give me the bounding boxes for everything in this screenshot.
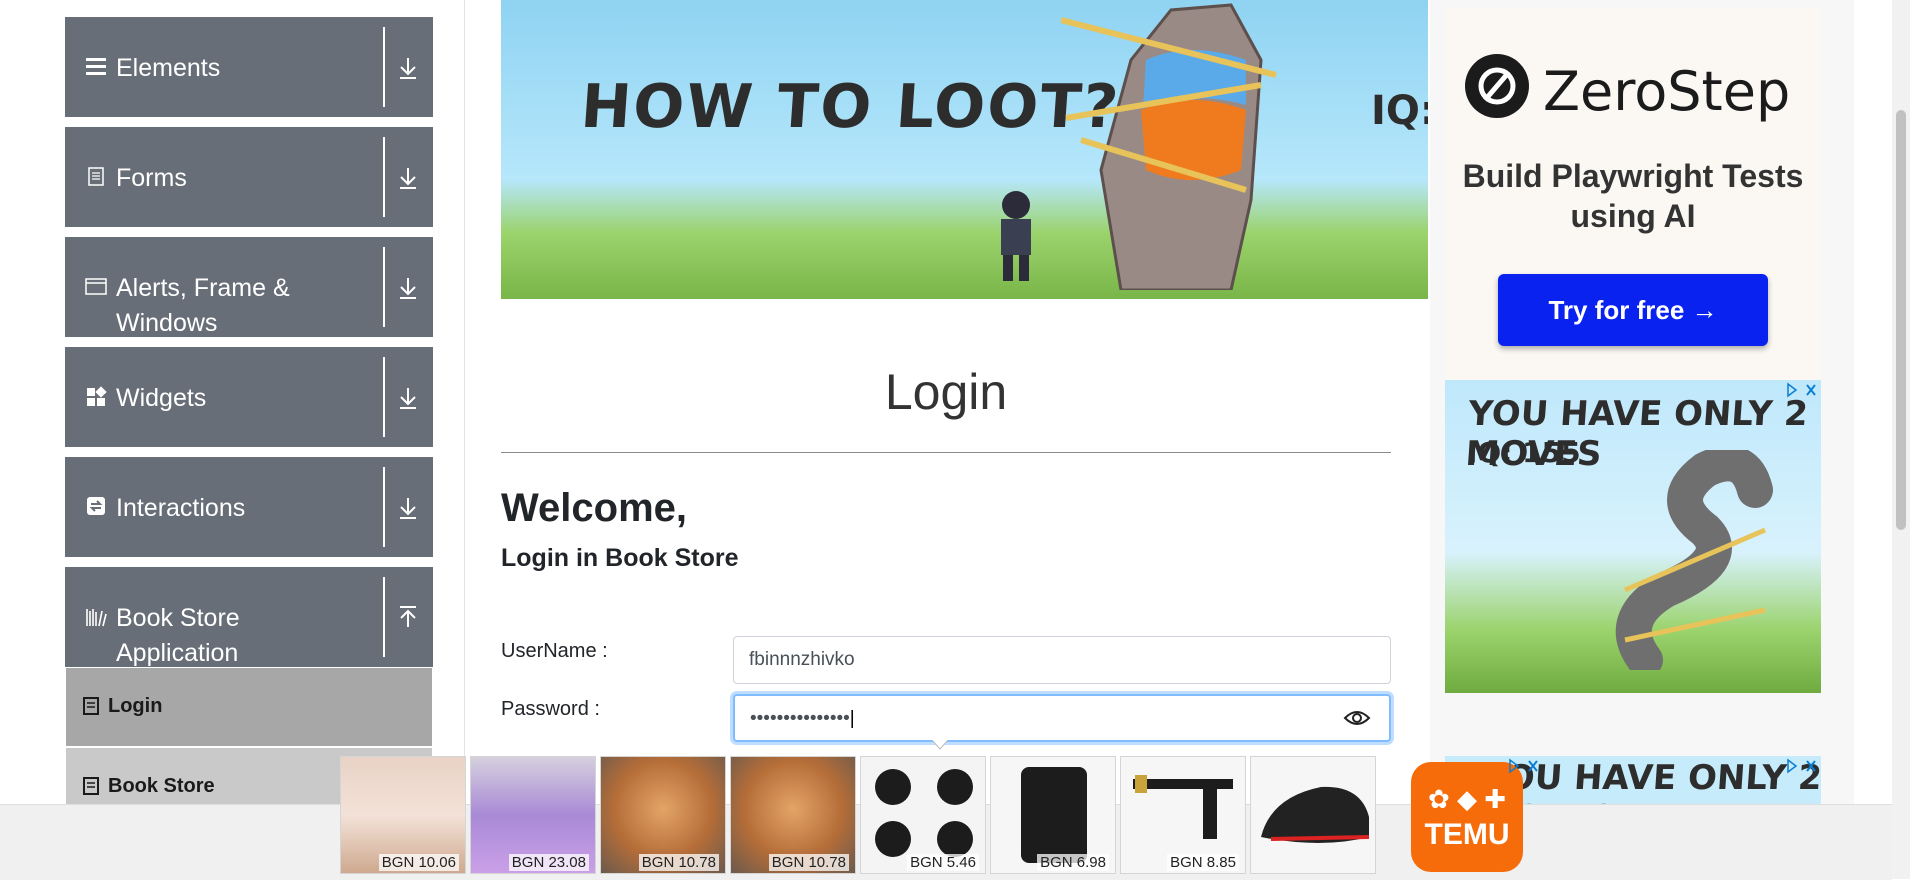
banner-headline: HOW TO LOOT? — [578, 72, 1123, 142]
scrollbar-thumb[interactable] — [1896, 110, 1906, 530]
snake-illustration — [1615, 450, 1773, 670]
main-content: HOW TO LOOT? IQ: Login Welcome, Login in… — [501, 0, 1428, 879]
expand-down-icon[interactable] — [393, 383, 423, 413]
ad-hero-wars-side[interactable]: YOU HAVE ONLY 2 MOVES IQ: 155 — [1445, 380, 1821, 693]
product-price: BGN 10.06 — [378, 854, 459, 871]
sidebar-item-label: Login — [108, 695, 163, 717]
product-tile[interactable]: BGN 10.78 — [600, 756, 726, 874]
product-tile[interactable] — [1250, 756, 1376, 874]
widgets-icon — [87, 386, 107, 406]
sidebar-group-label: Forms — [116, 164, 187, 192]
hero-ad-iq: IQ: 155 — [1467, 436, 1581, 469]
right-ad-column: ZeroStep Build Playwright Tests using AI… — [1430, 0, 1854, 879]
sidebar-item-label: Book Store — [108, 775, 215, 797]
login-subheading: Login in Book Store — [501, 544, 739, 572]
expand-down-icon[interactable] — [393, 493, 423, 523]
product-tile[interactable]: BGN 5.46 — [860, 756, 986, 874]
password-label: Password : — [501, 698, 600, 720]
sidebar-group-book-store-application[interactable]: Book Store Application — [65, 567, 433, 667]
expand-down-icon[interactable] — [393, 163, 423, 193]
expand-down-icon[interactable] — [393, 53, 423, 83]
divider — [383, 357, 385, 437]
divider — [383, 467, 385, 547]
product-price: BGN 10.78 — [768, 854, 849, 871]
sidebar-group-label: Interactions — [116, 494, 246, 522]
tooltip-caret — [932, 740, 948, 750]
welcome-heading: Welcome, — [501, 486, 687, 530]
sidebar: Elements Forms Alerts, Frame & Windows W… — [38, 0, 465, 879]
sidebar-group-widgets[interactable]: Widgets — [65, 347, 433, 447]
document-icon — [88, 167, 104, 186]
product-price: BGN 10.78 — [638, 854, 719, 871]
hamburger-icon — [86, 58, 106, 75]
product-price: BGN 5.46 — [907, 854, 979, 871]
interaction-icon — [87, 497, 105, 515]
window-icon — [85, 278, 107, 295]
show-password-icon[interactable] — [1343, 708, 1371, 728]
ad-choices-icon[interactable] — [1785, 382, 1819, 398]
zerostep-tagline: Build Playwright Tests using AI — [1462, 158, 1804, 234]
zerostep-logo-icon — [1465, 54, 1529, 118]
product-tile[interactable]: BGN 23.08 — [470, 756, 596, 874]
product-tile[interactable]: BGN 10.06 — [340, 756, 466, 874]
page-title: Login — [884, 364, 1008, 420]
temu-symbols-icon: ✿ ◆ ✚ — [1427, 784, 1506, 814]
temu-brand: TEMU — [1424, 818, 1510, 851]
banner-iq: IQ: — [1371, 88, 1428, 134]
temu-logo[interactable]: ✿ ◆ ✚ TEMU — [1411, 762, 1523, 872]
sidebar-group-label: Alerts, Frame & Windows — [116, 274, 290, 337]
divider — [383, 577, 385, 657]
password-value: ••••••••••••••• — [750, 708, 850, 729]
books-icon — [86, 609, 107, 627]
collapse-up-icon[interactable] — [393, 603, 423, 633]
product-tile[interactable]: BGN 10.78 — [730, 756, 856, 874]
username-input[interactable]: fbinnnzhivko — [733, 636, 1391, 684]
try-for-free-button[interactable]: Try for free → — [1498, 274, 1768, 346]
book-icon — [83, 777, 99, 795]
divider — [383, 247, 385, 327]
product-tile[interactable]: BGN 6.98 — [990, 756, 1116, 874]
divider — [383, 27, 385, 107]
sidebar-group-label: Widgets — [116, 384, 207, 412]
hero-character — [1001, 191, 1031, 281]
sidebar-item-login[interactable]: Login — [66, 668, 432, 746]
password-input[interactable]: •••••••••••••••| — [733, 694, 1391, 742]
divider — [383, 137, 385, 217]
sidebar-group-elements[interactable]: Elements — [65, 17, 433, 117]
username-label: UserName : — [501, 640, 608, 662]
ad-temu[interactable]: BGN 10.06 BGN 23.08 BGN 10.78 BGN 10.78 … — [340, 756, 1555, 879]
ad-banner-hero-wars[interactable]: HOW TO LOOT? IQ: — [501, 0, 1428, 299]
book-icon — [83, 697, 99, 715]
sidebar-group-forms[interactable]: Forms — [65, 127, 433, 227]
sidebar-group-alerts[interactable]: Alerts, Frame & Windows — [65, 237, 433, 337]
expand-down-icon[interactable] — [393, 273, 423, 303]
sidebar-group-label: Book Store Application — [116, 604, 240, 667]
product-tile[interactable]: BGN 8.85 — [1120, 756, 1246, 874]
page-gutter — [0, 0, 38, 879]
ad-choices-icon[interactable] — [1507, 758, 1541, 774]
statue-illustration — [1061, 3, 1277, 290]
sidebar-group-label: Elements — [116, 54, 221, 82]
product-price: BGN 23.08 — [508, 854, 589, 871]
ad-zerostep[interactable]: ZeroStep Build Playwright Tests using AI… — [1445, 8, 1821, 380]
divider — [501, 452, 1391, 453]
product-price: BGN 8.85 — [1167, 854, 1239, 871]
username-value: fbinnnzhivko — [749, 649, 855, 670]
product-price: BGN 6.98 — [1037, 854, 1109, 871]
ad-choices-icon[interactable] — [1785, 758, 1819, 774]
zerostep-brand: ZeroStep — [1543, 60, 1791, 123]
sidebar-group-interactions[interactable]: Interactions — [65, 457, 433, 557]
